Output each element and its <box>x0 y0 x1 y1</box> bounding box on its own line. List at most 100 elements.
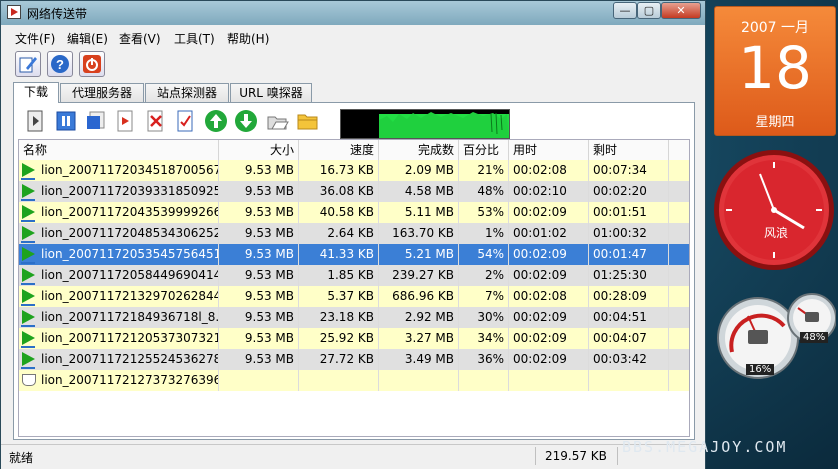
calendar-weekday: 星期四 <box>755 115 795 130</box>
clock-label: 风浪 <box>764 226 789 240</box>
minimize-button[interactable]: — <box>613 2 637 19</box>
play-icon <box>22 331 35 345</box>
play-icon <box>22 205 35 219</box>
row-done: 3.27 MB <box>379 328 459 349</box>
clock-face-icon <box>714 150 834 270</box>
menu-view[interactable]: 查看(V) <box>119 30 161 47</box>
window-title: 网络传送带 <box>27 7 88 21</box>
row-name-text: lion_20071172058449690414... <box>41 268 219 282</box>
row-name-text: lion_20071172125524536278... <box>41 352 219 366</box>
memory-value: 48% <box>800 332 829 343</box>
row-name: lion_20071172120537307321... <box>19 328 219 349</box>
col-size[interactable]: 大小 <box>219 140 299 160</box>
cpu-meter-gadget[interactable]: 16% 48% <box>714 288 837 384</box>
play-underline <box>21 241 35 243</box>
calendar-gadget[interactable]: 2007 一月 18 星期四 <box>714 6 836 136</box>
start-button[interactable] <box>24 109 48 133</box>
tab-proxy[interactable]: 代理服务器 <box>60 83 144 103</box>
row-filler <box>669 286 689 307</box>
row-done: 686.96 KB <box>379 286 459 307</box>
row-filler <box>669 370 689 391</box>
col-filler <box>669 140 689 160</box>
row-done: 3.49 MB <box>379 349 459 370</box>
play-icon <box>22 226 35 240</box>
tab-site-explorer[interactable]: 站点探测器 <box>145 83 229 103</box>
row-size <box>219 370 299 391</box>
col-percent[interactable]: 百分比 <box>459 140 509 160</box>
table-row[interactable]: lion_20071172053545756451... 9.53 MB 41.33… <box>19 244 689 265</box>
row-size: 9.53 MB <box>219 223 299 244</box>
row-name: lion_20071172053545756451... <box>19 244 219 265</box>
table-row[interactable]: lion_20071172120537307321... 9.53 MB 25.92… <box>19 328 689 349</box>
waiting-icon <box>22 374 36 386</box>
col-remaining[interactable]: 剩时 <box>589 140 669 160</box>
menu-help[interactable]: 帮助(H) <box>227 30 269 47</box>
menu-edit[interactable]: 编辑(E) <box>67 30 108 47</box>
arrow-down-icon <box>235 110 257 132</box>
row-remain: 00:01:51 <box>589 202 669 223</box>
download-list[interactable]: 名称 大小 速度 完成数 百分比 用时 剩时 lion_200711720345… <box>18 139 690 437</box>
play-icon <box>22 163 35 177</box>
main-window: 网络传送带 — ▢ ✕ 文件(F) 编辑(E) 查看(V) 工具(T) 帮助(H… <box>0 0 706 469</box>
delete-button[interactable] <box>144 109 168 133</box>
move-down-button[interactable] <box>234 109 258 133</box>
col-name[interactable]: 名称 <box>19 140 219 160</box>
title-bar[interactable]: 网络传送带 — ▢ ✕ <box>1 1 705 25</box>
tab-url-sniffer[interactable]: URL 嗅探器 <box>230 83 312 103</box>
calendar-day: 18 <box>738 34 812 102</box>
row-pct: 30% <box>459 307 509 328</box>
row-size: 9.53 MB <box>219 202 299 223</box>
table-row[interactable]: lion_20071172125524536278... 9.53 MB 27.72… <box>19 349 689 370</box>
table-row[interactable]: lion_20071172048534306252... 9.53 MB 2.64 … <box>19 223 689 244</box>
col-speed[interactable]: 速度 <box>299 140 379 160</box>
col-elapsed[interactable]: 用时 <box>509 140 589 160</box>
row-speed: 2.64 KB <box>299 223 379 244</box>
pause-icon <box>56 111 76 131</box>
table-row[interactable]: lion_20071172039331850925... 9.53 MB 36.08… <box>19 181 689 202</box>
row-pct: 1% <box>459 223 509 244</box>
table-row[interactable]: lion_20071172132970262844... 9.53 MB 5.37 … <box>19 286 689 307</box>
row-name-text: lion_20071172048534306252... <box>41 226 219 240</box>
table-row[interactable]: lion_20071172034518700567... 9.53 MB 16.73… <box>19 160 689 181</box>
row-speed: 41.33 KB <box>299 244 379 265</box>
row-speed: 36.08 KB <box>299 181 379 202</box>
row-filler <box>669 349 689 370</box>
schedule-button[interactable] <box>114 109 138 133</box>
app-icon[interactable] <box>7 5 21 19</box>
folder-button[interactable] <box>296 109 320 133</box>
row-done: 239.27 KB <box>379 265 459 286</box>
play-icon <box>22 310 35 324</box>
menu-tools[interactable]: 工具(T) <box>174 30 215 47</box>
options-button[interactable] <box>15 51 41 77</box>
stop-button[interactable] <box>84 109 108 133</box>
move-up-button[interactable] <box>204 109 228 133</box>
status-divider <box>535 447 536 465</box>
status-speed: 219.57 KB <box>545 449 607 463</box>
exit-button[interactable] <box>79 51 105 77</box>
clock-gadget[interactable]: 风浪 <box>712 148 836 272</box>
row-name: lion_20071172043539999266... <box>19 202 219 223</box>
close-button[interactable]: ✕ <box>661 2 701 19</box>
help-button[interactable]: ? <box>47 51 73 77</box>
table-row[interactable]: lion_20071172127373276396... <box>19 370 689 391</box>
menu-file[interactable]: 文件(F) <box>15 30 55 47</box>
row-done: 2.92 MB <box>379 307 459 328</box>
pause-button[interactable] <box>54 109 78 133</box>
table-row[interactable]: lion_20071172058449690414... 9.53 MB 1.85 … <box>19 265 689 286</box>
col-done[interactable]: 完成数 <box>379 140 459 160</box>
row-remain: 01:25:30 <box>589 265 669 286</box>
row-name: lion_20071172125524536278... <box>19 349 219 370</box>
table-row[interactable]: lion_20071172043539999266... 9.53 MB 40.58… <box>19 202 689 223</box>
tab-download[interactable]: 下载 <box>13 82 59 103</box>
row-size: 9.53 MB <box>219 349 299 370</box>
table-row[interactable]: lion_20071172184936718l_8... 9.53 MB 23.18… <box>19 307 689 328</box>
cpu-value: 16% <box>746 364 775 375</box>
play-underline <box>21 304 35 306</box>
open-folder-button[interactable] <box>266 109 290 133</box>
maximize-button[interactable]: ▢ <box>637 2 661 19</box>
properties-button[interactable] <box>174 109 198 133</box>
row-filler <box>669 181 689 202</box>
row-name-text: lion_20071172039331850925... <box>41 184 219 198</box>
row-size: 9.53 MB <box>219 160 299 181</box>
row-elapsed: 00:02:10 <box>509 181 589 202</box>
